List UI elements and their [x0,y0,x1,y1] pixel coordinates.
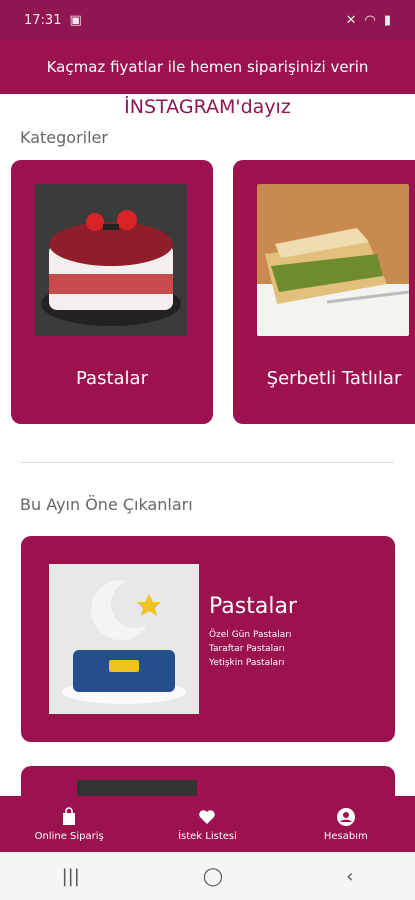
mute-icon: ✕ [345,12,357,28]
featured-title: Bu Ayın Öne Çıkanları [20,495,193,514]
home-icon[interactable]: ◯ [203,866,223,887]
featured-card-pastalar[interactable]: Pastalar Özel Gün Pastaları Taraftar Pas… [21,536,395,742]
section-divider [20,462,394,463]
nav-online-siparis[interactable]: Online Sipariş [0,796,138,852]
nav-hesabim[interactable]: Hesabım [277,796,415,852]
category-card-pastalar[interactable]: Pastalar [11,160,213,424]
image-icon: ▣ [69,12,82,28]
featured-card-title: Pastalar [209,594,297,619]
promo-header: Kaçmaz fiyatlar ile hemen siparişinizi v… [0,40,415,94]
recent-apps-icon[interactable]: ||| [62,866,80,887]
bottom-navigation: Online Sipariş İstek Listesi Hesabım [0,796,415,852]
featured-line: Taraftar Pastaları [209,644,285,654]
category-card-serbetli-tatlilar[interactable]: Şerbetli Tatlılar [233,160,415,424]
pistachio-baklava-image [257,184,409,336]
category-label: Şerbetli Tatlılar [266,368,402,389]
instagram-link[interactable]: İNSTAGRAM'dayız [0,96,415,118]
status-time: 17:31 [24,12,62,28]
featured-line: Özel Gün Pastaları [209,630,292,640]
red-velvet-cake-image [35,184,187,336]
nav-istek-listesi[interactable]: İstek Listesi [138,796,276,852]
categories-title: Kategoriler [20,128,108,147]
featured-line: Yetişkin Pastaları [209,658,285,668]
promo-text: Kaçmaz fiyatlar ile hemen siparişinizi v… [46,58,369,76]
nav-label: İstek Listesi [178,830,237,842]
wifi-icon: ◠ [364,12,376,28]
battery-icon: ▮ [383,12,391,28]
system-navigation-bar: ||| ◯ ‹ [0,852,415,900]
heart-icon [199,809,216,824]
featured-card-lines: Özel Gün Pastaları Taraftar Pastaları Ye… [209,628,291,670]
nav-label: Online Sipariş [34,830,104,842]
status-bar: 17:31 ▣ ✕ ◠ ▮ [0,0,415,40]
category-label: Pastalar [76,368,148,389]
moon-theme-cake-image [49,564,199,714]
shopping-bag-icon [63,806,76,825]
account-icon [336,807,355,826]
nav-label: Hesabım [323,830,368,842]
back-icon[interactable]: ‹ [346,866,353,887]
